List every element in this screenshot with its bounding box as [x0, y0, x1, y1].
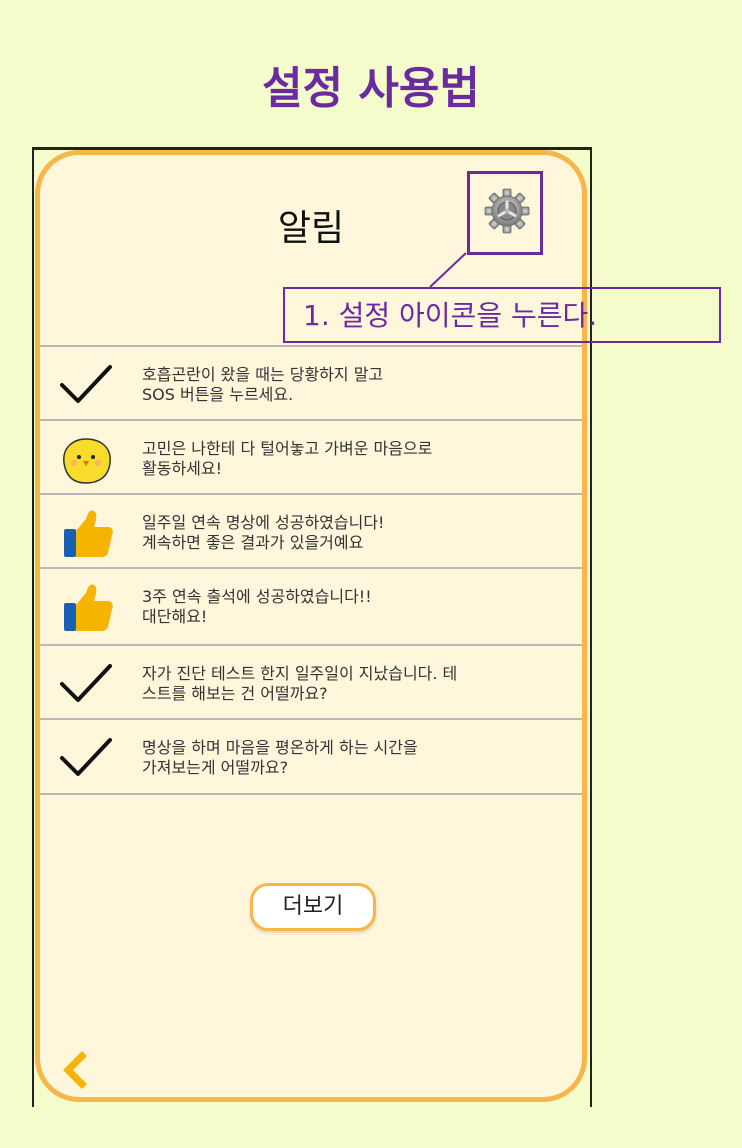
list-item[interactable]: 자가 진단 테스트 한지 일주일이 지났습니다. 테 스트를 해보는 건 어떨까… [40, 644, 582, 718]
notification-list: 호흡곤란이 왔을 때는 당황하지 말고 SOS 버튼을 누르세요. 고민은 나한… [40, 345, 582, 795]
notification-text: 고민은 나한테 다 털어놓고 가벼운 마음으로 활동하세요! [142, 439, 433, 478]
check-icon [60, 365, 112, 403]
list-item[interactable]: 고민은 나한테 다 털어놓고 가벼운 마음으로 활동하세요! [40, 419, 582, 493]
more-button[interactable]: 더보기 [250, 883, 376, 931]
callout-instruction: 1. 설정 아이콘을 누른다. [283, 287, 721, 343]
chick-icon [63, 438, 111, 484]
thumbs-up-icon [64, 584, 113, 631]
notification-text: 호흡곤란이 왔을 때는 당황하지 말고 SOS 버튼을 누르세요. [142, 365, 384, 404]
list-item[interactable]: 일주일 연속 명상에 성공하였습니다! 계속하면 좋은 결과가 있을거예요 [40, 493, 582, 567]
notification-text: 명상을 하며 마음을 평온하게 하는 시간을 가져보는게 어떨까요? [142, 738, 418, 777]
chevron-left-icon[interactable] [60, 1050, 90, 1090]
notification-text: 자가 진단 테스트 한지 일주일이 지났습니다. 테 스트를 해보는 건 어떨까… [142, 664, 458, 703]
thumbs-up-icon [64, 510, 113, 557]
list-item[interactable]: 호흡곤란이 왔을 때는 당황하지 말고 SOS 버튼을 누르세요. [40, 345, 582, 419]
notification-text: 3주 연속 출석에 성공하였습니다!! 대단해요! [142, 587, 372, 626]
page-title: 설정 사용법 [262, 63, 480, 114]
gear-icon[interactable] [484, 188, 530, 234]
list-item[interactable]: 3주 연속 출석에 성공하였습니다!! 대단해요! [40, 567, 582, 644]
list-item[interactable]: 명상을 하며 마음을 평온하게 하는 시간을 가져보는게 어떨까요? [40, 718, 582, 795]
check-icon [60, 664, 112, 702]
check-icon [60, 738, 112, 776]
notification-text: 일주일 연속 명상에 성공하였습니다! 계속하면 좋은 결과가 있을거예요 [142, 513, 385, 552]
gear-highlight-box [467, 171, 543, 255]
